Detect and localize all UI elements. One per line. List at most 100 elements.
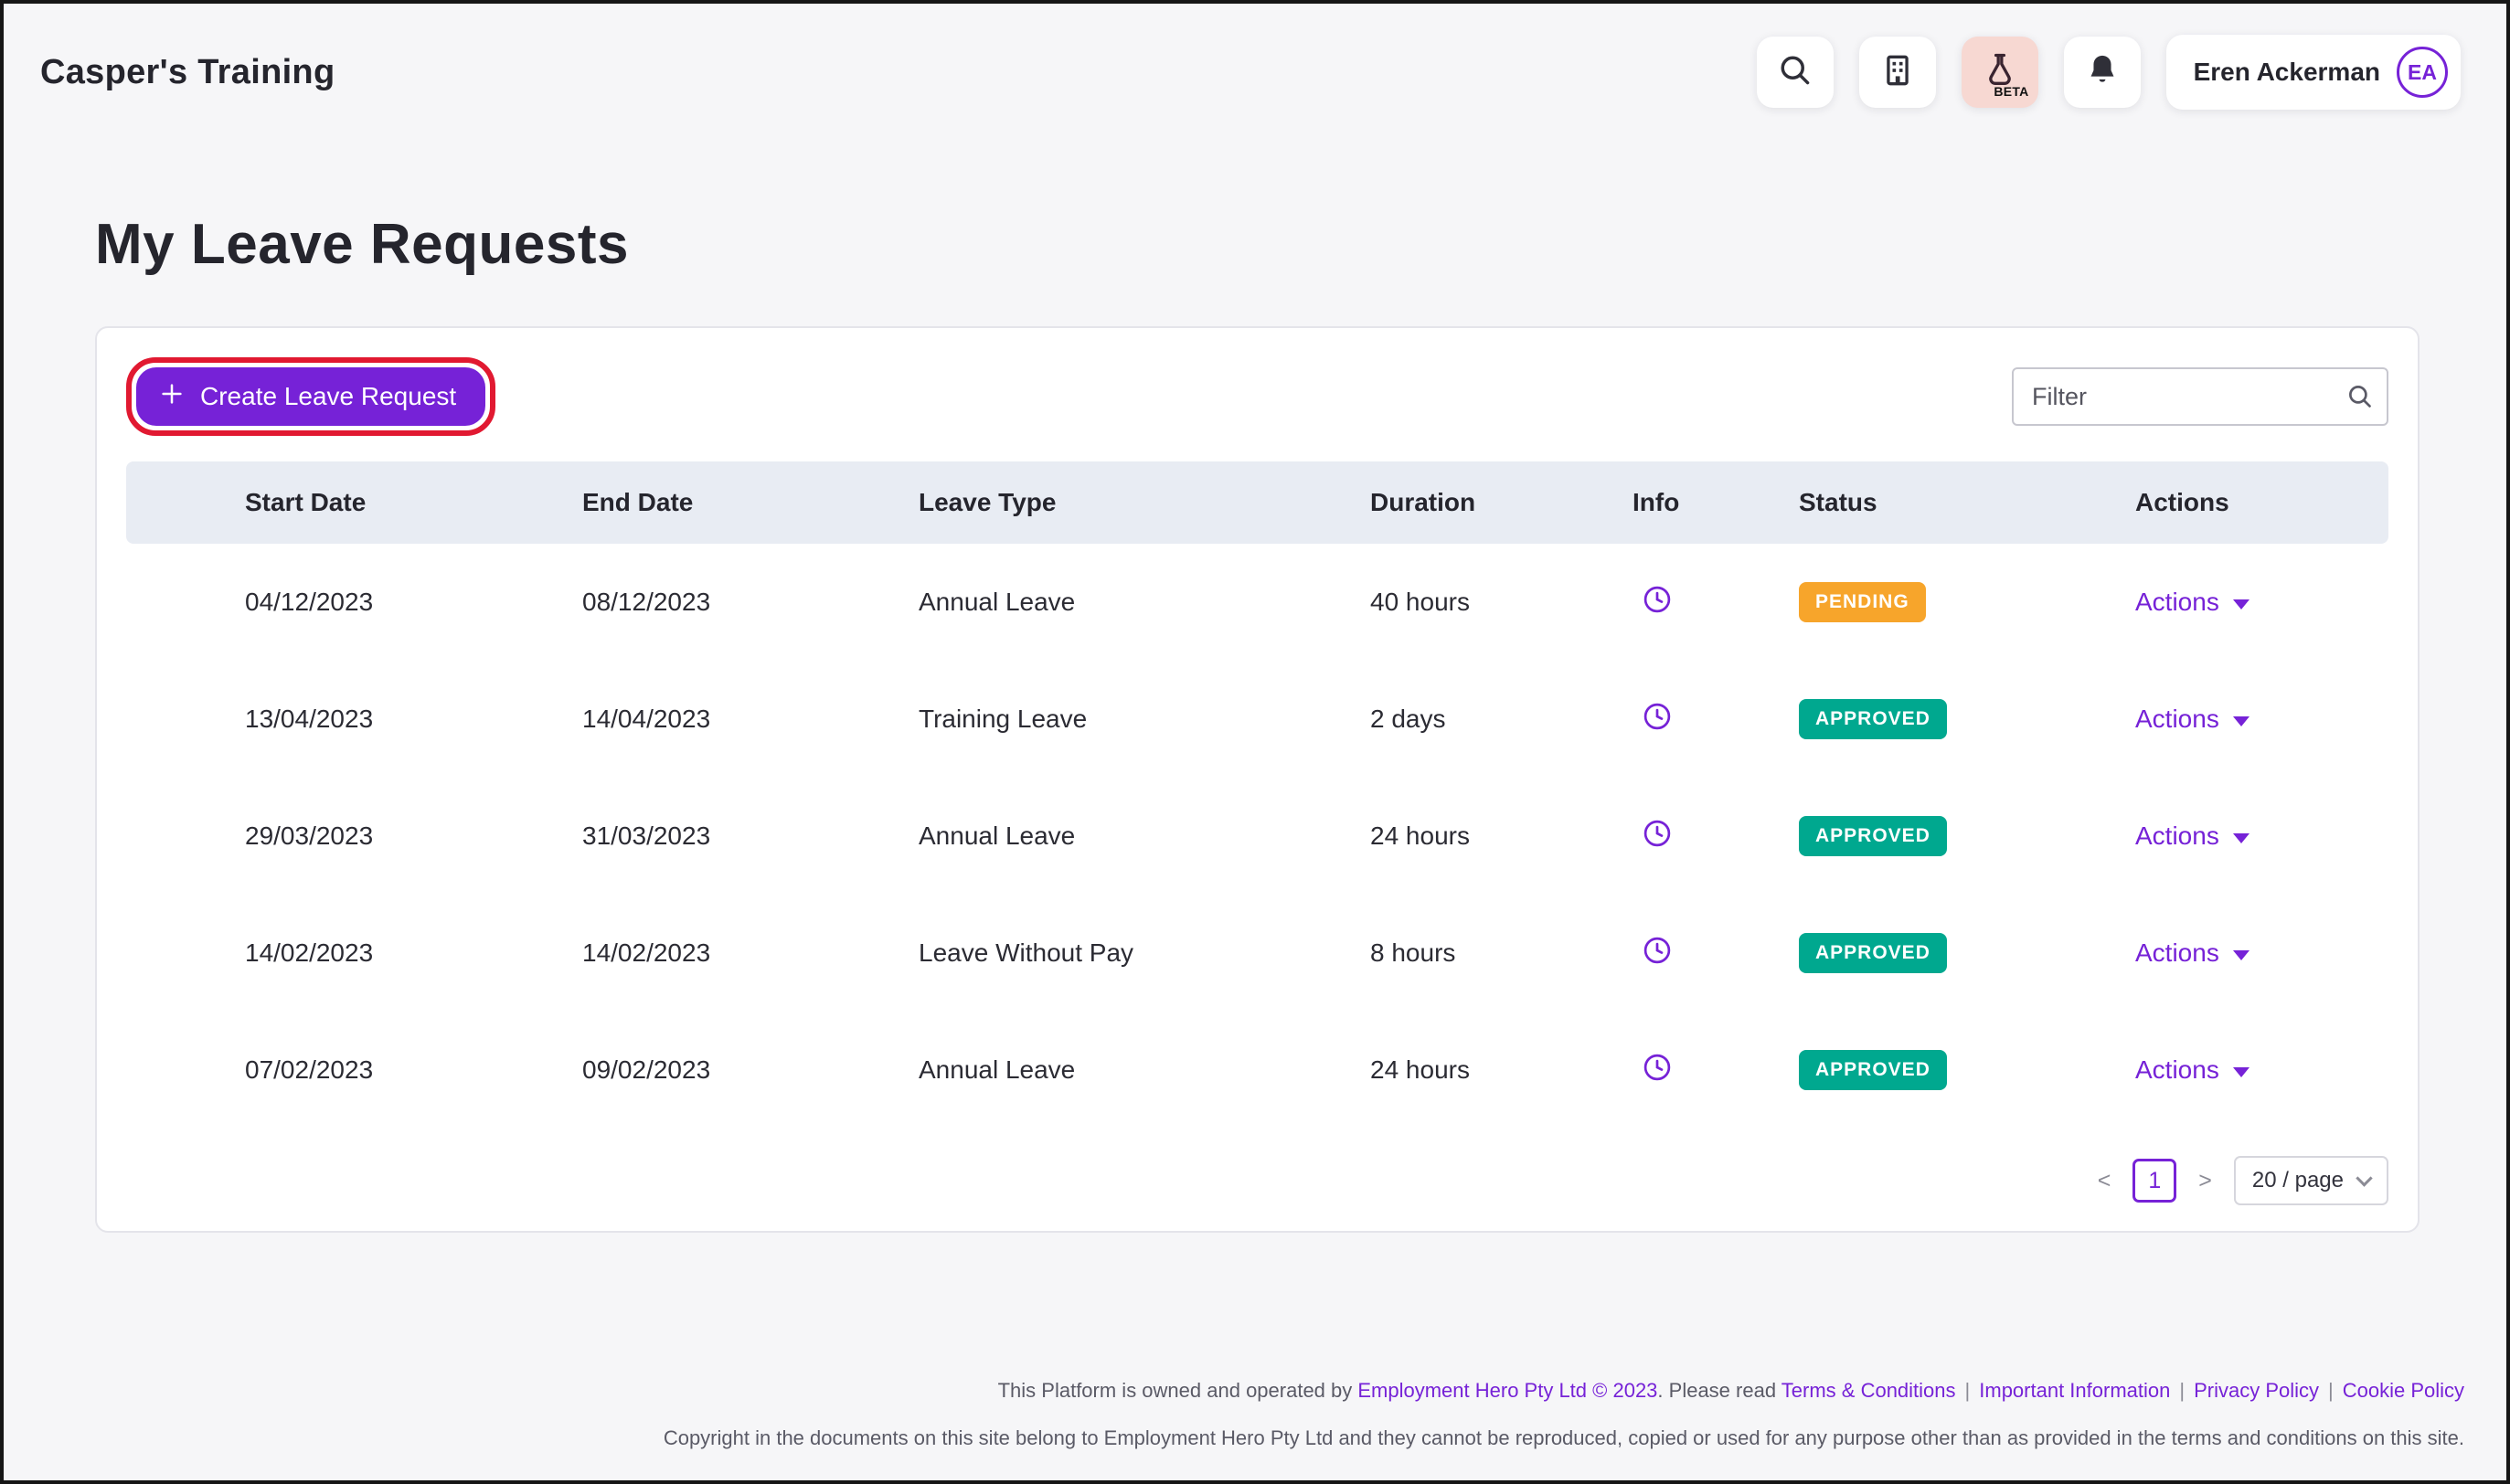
info-cell bbox=[1632, 778, 1798, 895]
column-info: Info bbox=[1632, 461, 1798, 544]
footer-text: . Please read bbox=[1657, 1379, 1781, 1402]
actions-button[interactable]: Actions bbox=[2135, 938, 2249, 968]
current-page-button[interactable]: 1 bbox=[2132, 1159, 2177, 1203]
privacy-policy-link[interactable]: Privacy Policy bbox=[2194, 1379, 2319, 1402]
avatar: EA bbox=[2397, 47, 2448, 98]
duration-cell: 40 hours bbox=[1370, 588, 1470, 616]
duration-cell: 24 hours bbox=[1370, 822, 1470, 850]
actions-button[interactable]: Actions bbox=[2135, 588, 2249, 617]
table-row: 29/03/2023 31/03/2023 Annual Leave 24 ho… bbox=[126, 778, 2388, 895]
footer-text: This Platform is owned and operated by bbox=[997, 1379, 1358, 1402]
app-title: Casper's Training bbox=[40, 52, 335, 91]
leave-type-cell: Annual Leave bbox=[919, 1055, 1076, 1084]
footer: This Platform is owned and operated by E… bbox=[664, 1367, 2464, 1462]
leave-type-cell: Training Leave bbox=[919, 705, 1088, 733]
search-button[interactable] bbox=[1756, 37, 1834, 108]
leave-type-cell: Annual Leave bbox=[919, 588, 1076, 616]
notifications-button[interactable] bbox=[2063, 37, 2141, 108]
column-duration: Duration bbox=[1369, 461, 1632, 544]
user-menu[interactable]: Eren Ackerman EA bbox=[2165, 35, 2461, 110]
status-badge: PENDING bbox=[1799, 582, 1926, 622]
page-size-select[interactable]: 20 / page bbox=[2233, 1156, 2388, 1205]
filter-input[interactable] bbox=[2012, 367, 2388, 426]
info-cell bbox=[1632, 544, 1798, 661]
start-date-cell: 04/12/2023 bbox=[245, 588, 374, 616]
column-status: Status bbox=[1798, 461, 2134, 544]
leave-requests-table: Start Date End Date Leave Type Duration … bbox=[126, 461, 2388, 1129]
status-cell: APPROVED bbox=[1798, 1012, 2134, 1129]
start-date-cell: 14/02/2023 bbox=[245, 938, 374, 967]
caret-down-icon bbox=[2232, 1066, 2249, 1077]
info-cell bbox=[1632, 661, 1798, 778]
end-date-cell: 09/02/2023 bbox=[582, 1055, 711, 1084]
actions-cell: Actions bbox=[2134, 1012, 2388, 1129]
actions-cell: Actions bbox=[2134, 895, 2388, 1012]
terms-link[interactable]: Terms & Conditions bbox=[1781, 1379, 1956, 1402]
column-end-date: End Date bbox=[581, 461, 918, 544]
info-cell bbox=[1632, 895, 1798, 1012]
actions-cell: Actions bbox=[2134, 778, 2388, 895]
column-start-date: Start Date bbox=[126, 461, 581, 544]
actions-cell: Actions bbox=[2134, 661, 2388, 778]
plus-icon bbox=[158, 380, 186, 414]
create-leave-request-button[interactable]: Create Leave Request bbox=[136, 367, 486, 426]
footer-copyright: Copyright in the documents on this site … bbox=[663, 1426, 2464, 1449]
end-date-cell: 08/12/2023 bbox=[582, 588, 711, 616]
footer-line-1: This Platform is owned and operated by E… bbox=[664, 1367, 2464, 1415]
status-cell: PENDING bbox=[1798, 544, 2134, 661]
page-title: My Leave Requests bbox=[95, 213, 629, 276]
clock-icon[interactable] bbox=[1641, 586, 1674, 621]
create-leave-request-label: Create Leave Request bbox=[200, 382, 457, 410]
organisation-button[interactable] bbox=[1858, 37, 1936, 108]
status-badge: APPROVED bbox=[1799, 1050, 1947, 1090]
user-name: Eren Ackerman bbox=[2193, 58, 2380, 86]
end-date-cell: 14/02/2023 bbox=[582, 938, 711, 967]
prev-page-button[interactable]: < bbox=[2094, 1168, 2115, 1194]
clock-icon[interactable] bbox=[1641, 703, 1674, 738]
important-information-link[interactable]: Important Information bbox=[1979, 1379, 2170, 1402]
filter-search-icon[interactable] bbox=[2345, 381, 2376, 417]
clock-icon[interactable] bbox=[1641, 1054, 1674, 1089]
table-row: 14/02/2023 14/02/2023 Leave Without Pay … bbox=[126, 895, 2388, 1012]
clock-icon[interactable] bbox=[1641, 937, 1674, 972]
caret-down-icon bbox=[2232, 716, 2249, 726]
status-cell: APPROVED bbox=[1798, 895, 2134, 1012]
actions-button[interactable]: Actions bbox=[2135, 705, 2249, 734]
filter-field bbox=[2012, 367, 2388, 426]
footer-separator: | bbox=[1964, 1379, 1971, 1402]
top-bar: Casper's Training BETA Eren Ackerman EA bbox=[4, 4, 2506, 141]
search-icon bbox=[1775, 50, 1815, 95]
header-actions: BETA Eren Ackerman EA bbox=[1756, 35, 2461, 110]
pagination: < 1 > 20 / page bbox=[126, 1156, 2388, 1205]
status-badge: APPROVED bbox=[1799, 699, 1947, 739]
beta-badge: BETA bbox=[1994, 84, 2029, 99]
leave-requests-card: Create Leave Request Start Date End Date… bbox=[95, 326, 2420, 1233]
bell-icon bbox=[2082, 50, 2122, 95]
leave-type-cell: Annual Leave bbox=[919, 822, 1076, 850]
clock-icon[interactable] bbox=[1641, 820, 1674, 855]
footer-separator: | bbox=[2328, 1379, 2334, 1402]
start-date-cell: 29/03/2023 bbox=[245, 822, 374, 850]
actions-button[interactable]: Actions bbox=[2135, 822, 2249, 851]
start-date-cell: 07/02/2023 bbox=[245, 1055, 374, 1084]
page-size-value: 20 / page bbox=[2251, 1168, 2344, 1192]
table-row: 13/04/2023 14/04/2023 Training Leave 2 d… bbox=[126, 661, 2388, 778]
actions-button[interactable]: Actions bbox=[2135, 1055, 2249, 1085]
next-page-button[interactable]: > bbox=[2195, 1168, 2216, 1194]
actions-label: Actions bbox=[2135, 1055, 2219, 1084]
caret-down-icon bbox=[2232, 599, 2249, 610]
leave-type-cell: Leave Without Pay bbox=[919, 938, 1134, 967]
cookie-policy-link[interactable]: Cookie Policy bbox=[2343, 1379, 2464, 1402]
duration-cell: 24 hours bbox=[1370, 1055, 1470, 1084]
company-link[interactable]: Employment Hero Pty Ltd © 2023 bbox=[1357, 1379, 1657, 1402]
column-leave-type: Leave Type bbox=[918, 461, 1369, 544]
beta-features-button[interactable]: BETA bbox=[1961, 37, 2038, 108]
table-row: 07/02/2023 09/02/2023 Annual Leave 24 ho… bbox=[126, 1012, 2388, 1129]
info-cell bbox=[1632, 1012, 1798, 1129]
end-date-cell: 14/04/2023 bbox=[582, 705, 711, 733]
status-cell: APPROVED bbox=[1798, 778, 2134, 895]
footer-separator: | bbox=[2179, 1379, 2186, 1402]
chevron-down-icon bbox=[2356, 1169, 2373, 1187]
duration-cell: 8 hours bbox=[1370, 938, 1456, 967]
caret-down-icon bbox=[2232, 949, 2249, 960]
